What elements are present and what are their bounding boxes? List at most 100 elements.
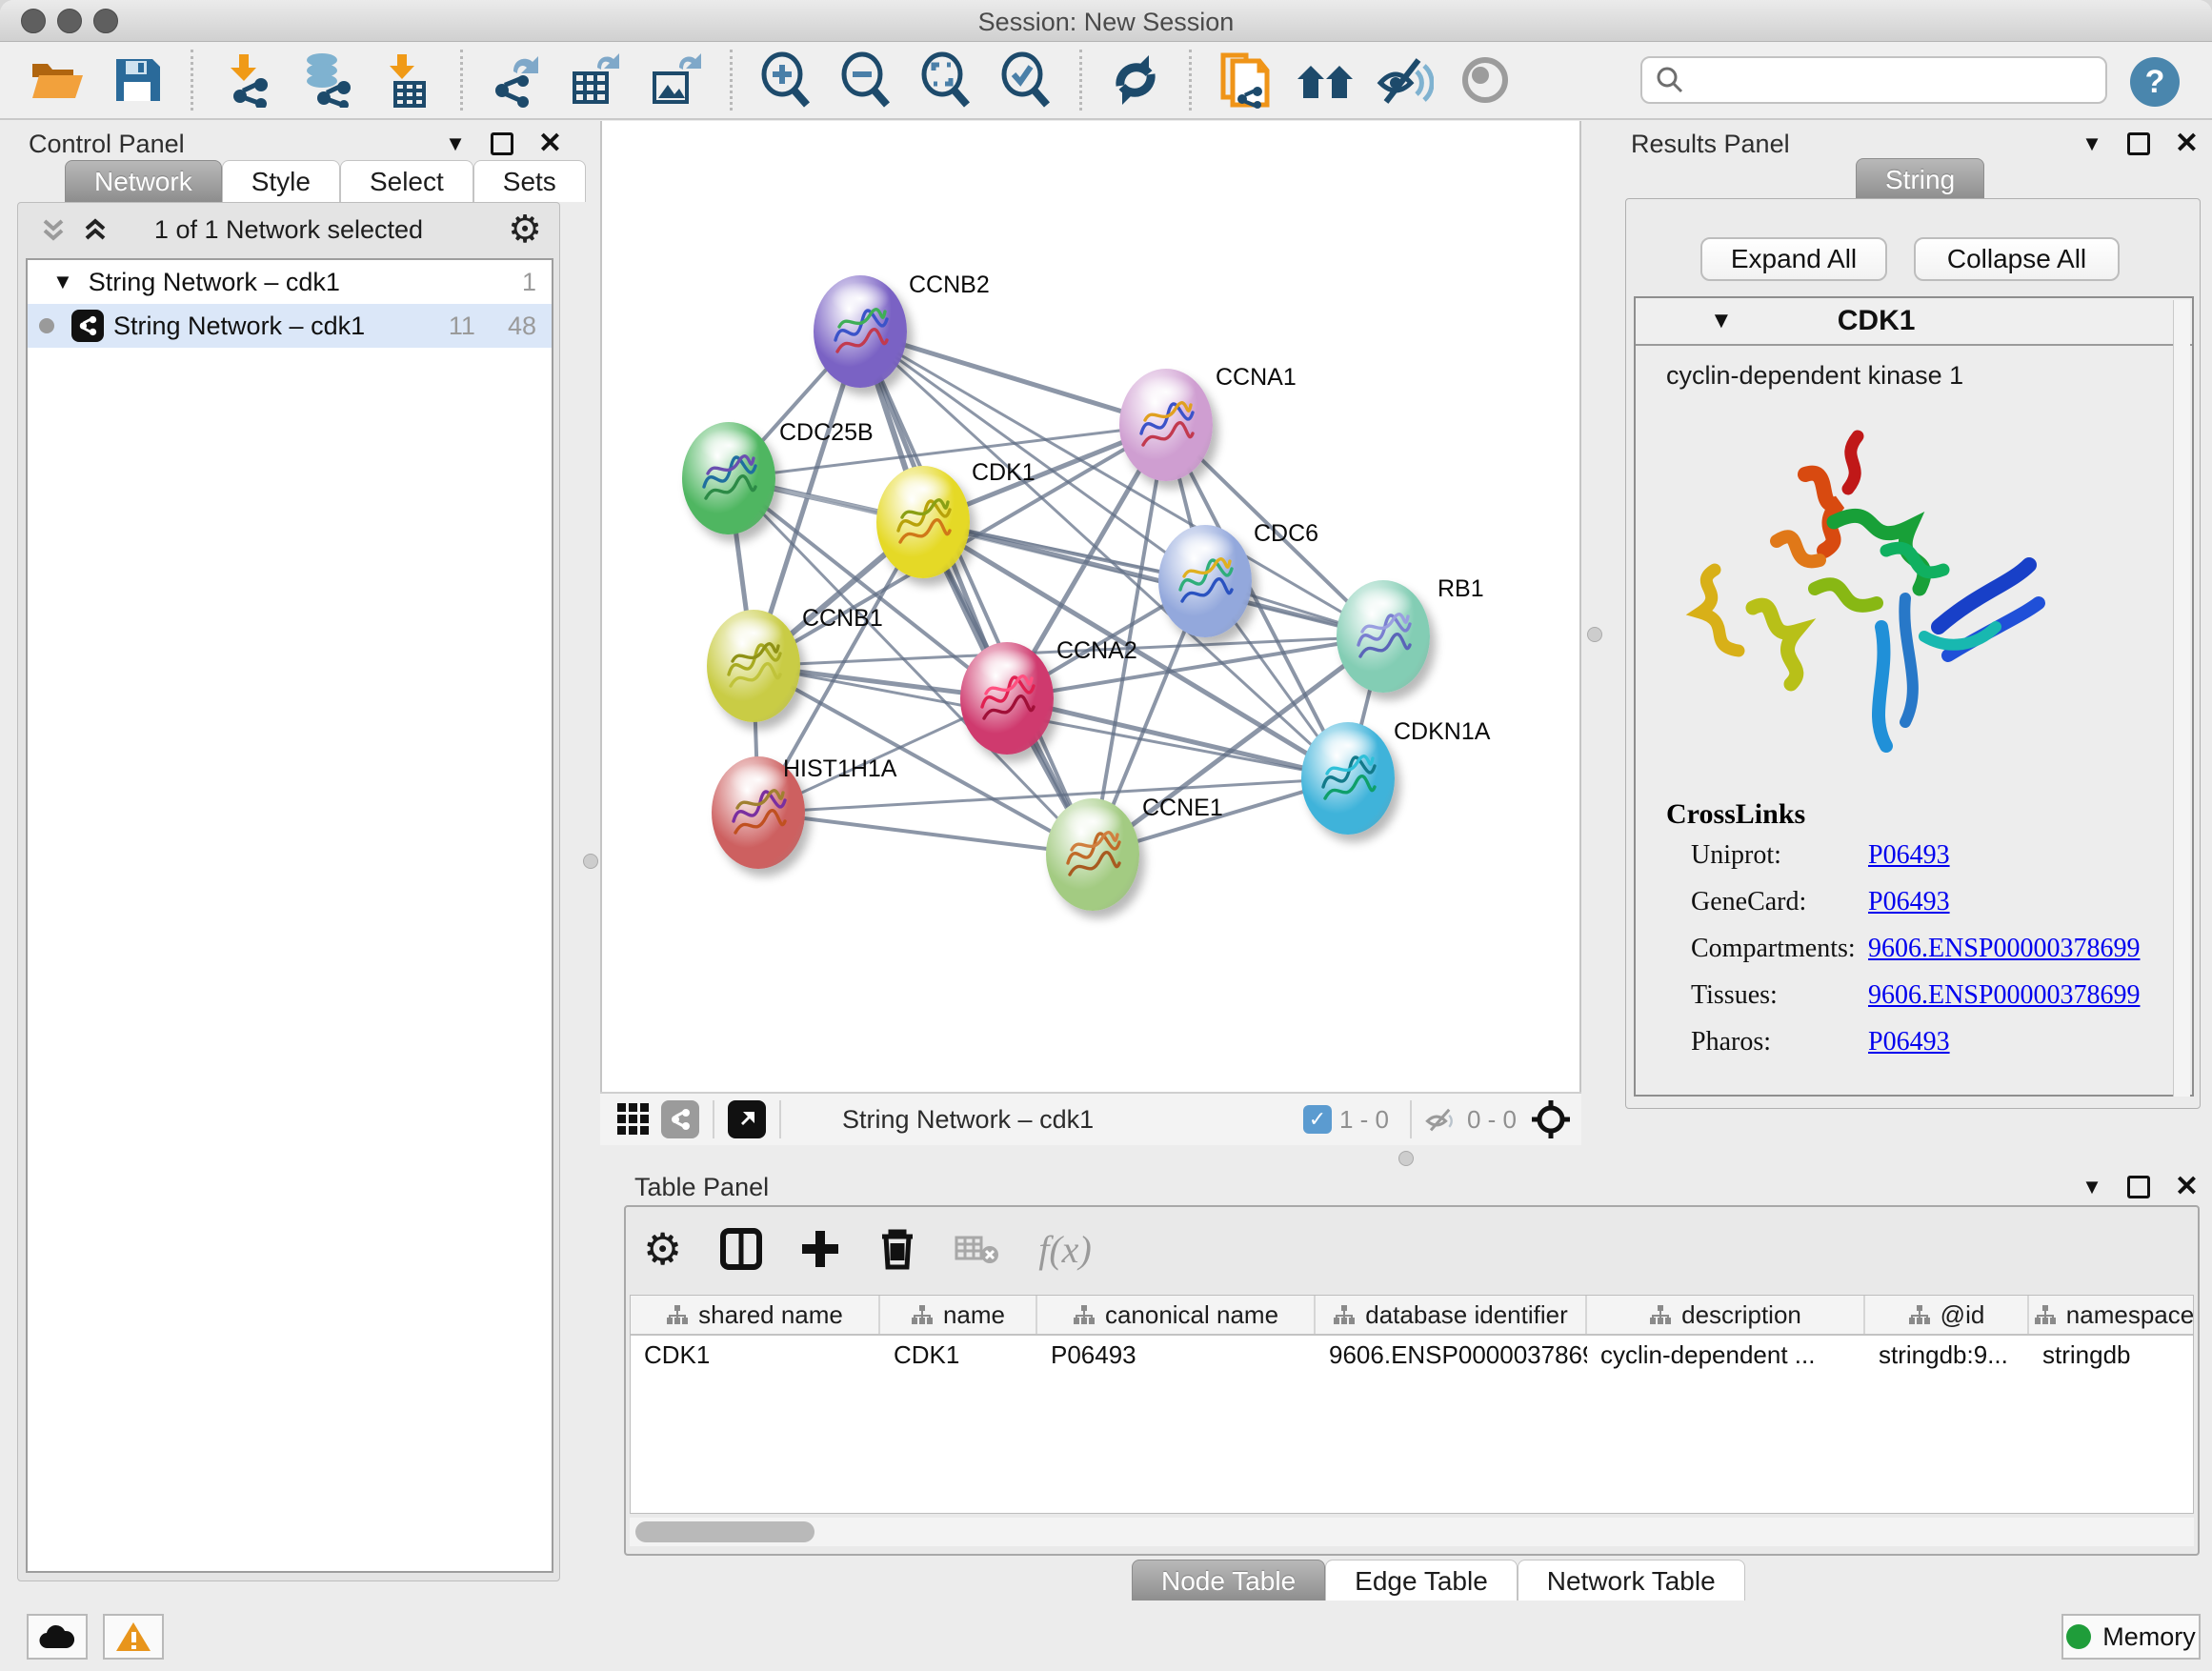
network-edge[interactable] (758, 813, 1093, 855)
add-column-icon[interactable] (800, 1229, 840, 1269)
column-header-shared-name[interactable]: shared name (631, 1296, 880, 1334)
control-panel-float-icon[interactable] (491, 132, 513, 155)
collection-expander-icon[interactable]: ▼ (52, 270, 73, 294)
tab-node-table[interactable]: Node Table (1132, 1560, 1325, 1601)
column-header--id[interactable]: @id (1865, 1296, 2029, 1334)
crosslink-label: Tissues: (1691, 980, 1868, 1011)
crosslink-link[interactable]: P06493 (1868, 887, 1950, 917)
cloud-status-button[interactable] (27, 1614, 88, 1660)
network-node-cdc25b[interactable] (682, 422, 775, 534)
table-row[interactable]: CDK1CDK1P064939606.ENSP00000378699cyclin… (631, 1336, 2193, 1374)
table-horizontal-scrollbar[interactable] (630, 1518, 2194, 1546)
show-all-button[interactable] (1456, 50, 1515, 110)
tab-style[interactable]: Style (222, 160, 340, 202)
results-panel-close-icon[interactable]: ✕ (2175, 132, 2199, 155)
export-image-button[interactable] (647, 50, 706, 110)
table-cell[interactable]: cyclin-dependent ... (1587, 1336, 1865, 1374)
network-canvas[interactable]: CCNB2CCNA1CDC25BCDK1CDC6RB1CCNB1CCNA2CDK… (600, 121, 1581, 1092)
entry-header[interactable]: ▼ CDK1 (1636, 298, 2192, 346)
tab-edge-table[interactable]: Edge Table (1325, 1560, 1518, 1601)
help-button[interactable]: ? (2130, 57, 2180, 107)
network-share-icon[interactable] (661, 1100, 699, 1138)
warnings-button[interactable] (103, 1614, 164, 1660)
results-panel-menu-icon[interactable]: ▼ (2081, 131, 2102, 156)
network-node-cdc6[interactable] (1158, 525, 1252, 637)
left-splitter-handle[interactable] (583, 854, 598, 869)
network-edge[interactable] (1007, 698, 1348, 778)
import-network-database-button[interactable] (297, 50, 356, 110)
tab-string[interactable]: String (1856, 158, 1984, 200)
network-node-ccnb1[interactable] (707, 610, 800, 722)
results-panel-float-icon[interactable] (2127, 132, 2150, 155)
export-table-button[interactable] (567, 50, 626, 110)
right-splitter-handle[interactable] (1587, 627, 1602, 642)
network-node-rb1[interactable] (1337, 580, 1430, 693)
table-cell[interactable]: CDK1 (631, 1336, 880, 1374)
network-collection-row[interactable]: ▼ String Network – cdk1 1 (28, 260, 552, 304)
export-network-button[interactable] (487, 50, 546, 110)
memory-button[interactable]: Memory (2061, 1614, 2201, 1660)
selected-checkbox-icon[interactable]: ✓ (1303, 1105, 1332, 1134)
table-panel-close-icon[interactable]: ✕ (2175, 1176, 2199, 1198)
tab-network-table[interactable]: Network Table (1518, 1560, 1745, 1601)
clone-network-button[interactable] (1216, 50, 1275, 110)
column-header-canonical-name[interactable]: canonical name (1037, 1296, 1316, 1334)
search-input[interactable] (1684, 66, 2105, 95)
table-panel-float-icon[interactable] (2127, 1176, 2150, 1198)
column-header-database-identifier[interactable]: database identifier (1316, 1296, 1587, 1334)
network-row[interactable]: String Network – cdk1 11 48 (28, 304, 552, 348)
import-table-button[interactable] (377, 50, 436, 110)
network-tree: ▼ String Network – cdk1 1 String Network… (26, 258, 553, 1573)
search-box[interactable] (1640, 56, 2107, 104)
table-cell[interactable]: stringdb:9... (1865, 1336, 2029, 1374)
show-columns-icon[interactable] (720, 1228, 762, 1270)
expand-all-button[interactable]: Expand All (1700, 237, 1887, 281)
results-scrollbar[interactable] (2173, 300, 2190, 1097)
network-node-ccne1[interactable] (1046, 798, 1139, 911)
crosslink-link[interactable]: 9606.ENSP00000378699 (1868, 980, 2140, 1011)
control-panel-menu-icon[interactable]: ▼ (445, 131, 466, 156)
zoom-selected-button[interactable] (996, 50, 1056, 110)
title-bar: Session: New Session (0, 0, 2212, 42)
open-session-button[interactable] (28, 50, 87, 110)
network-node-ccna2[interactable] (960, 642, 1054, 755)
column-header-namespace[interactable]: namespace (2029, 1296, 2194, 1334)
grid-view-icon[interactable] (615, 1101, 652, 1137)
column-header-description[interactable]: description (1587, 1296, 1865, 1334)
tab-sets[interactable]: Sets (473, 160, 586, 202)
delete-column-icon[interactable] (878, 1227, 916, 1271)
zoom-out-button[interactable] (836, 50, 895, 110)
scrollbar-thumb[interactable] (635, 1521, 814, 1542)
table-cell[interactable]: CDK1 (880, 1336, 1037, 1374)
network-node-ccnb2[interactable] (814, 275, 907, 388)
refresh-layout-button[interactable] (1106, 50, 1165, 110)
crosslink-link[interactable]: 9606.ENSP00000378699 (1868, 934, 2140, 964)
crosslink-link[interactable]: P06493 (1868, 840, 1950, 871)
save-session-button[interactable] (108, 50, 167, 110)
network-options-gear-icon[interactable]: ⚙ (508, 208, 542, 252)
control-panel-close-icon[interactable]: ✕ (538, 132, 562, 155)
column-header-name[interactable]: name (880, 1296, 1037, 1334)
table-cell[interactable]: stringdb (2029, 1336, 2194, 1374)
table-options-gear-icon[interactable]: ⚙ (643, 1223, 682, 1275)
import-network-file-button[interactable] (217, 50, 276, 110)
crosslink-link[interactable]: P06493 (1868, 1027, 1950, 1057)
collapse-all-button[interactable]: Collapse All (1914, 237, 2120, 281)
network-node-ccna1[interactable] (1119, 369, 1213, 481)
hide-selected-button[interactable] (1376, 50, 1435, 110)
network-node-cdkn1a[interactable] (1301, 722, 1395, 835)
tab-network[interactable]: Network (65, 160, 222, 202)
entry-expander-icon[interactable]: ▼ (1710, 308, 1733, 334)
table-panel-menu-icon[interactable]: ▼ (2081, 1175, 2102, 1199)
zoom-in-button[interactable] (756, 50, 815, 110)
birds-eye-view-icon[interactable] (728, 1100, 766, 1138)
bottom-splitter-handle[interactable] (1398, 1151, 1414, 1166)
network-node-cdk1[interactable] (876, 466, 970, 578)
table-cell[interactable]: P06493 (1037, 1336, 1316, 1374)
hierarchy-icon (1649, 1304, 1672, 1325)
first-neighbors-button[interactable] (1296, 50, 1355, 110)
tab-select[interactable]: Select (340, 160, 473, 202)
zoom-fit-button[interactable] (916, 50, 975, 110)
table-cell[interactable]: 9606.ENSP00000378699 (1316, 1336, 1587, 1374)
fit-content-crosshair-icon[interactable] (1530, 1098, 1572, 1140)
